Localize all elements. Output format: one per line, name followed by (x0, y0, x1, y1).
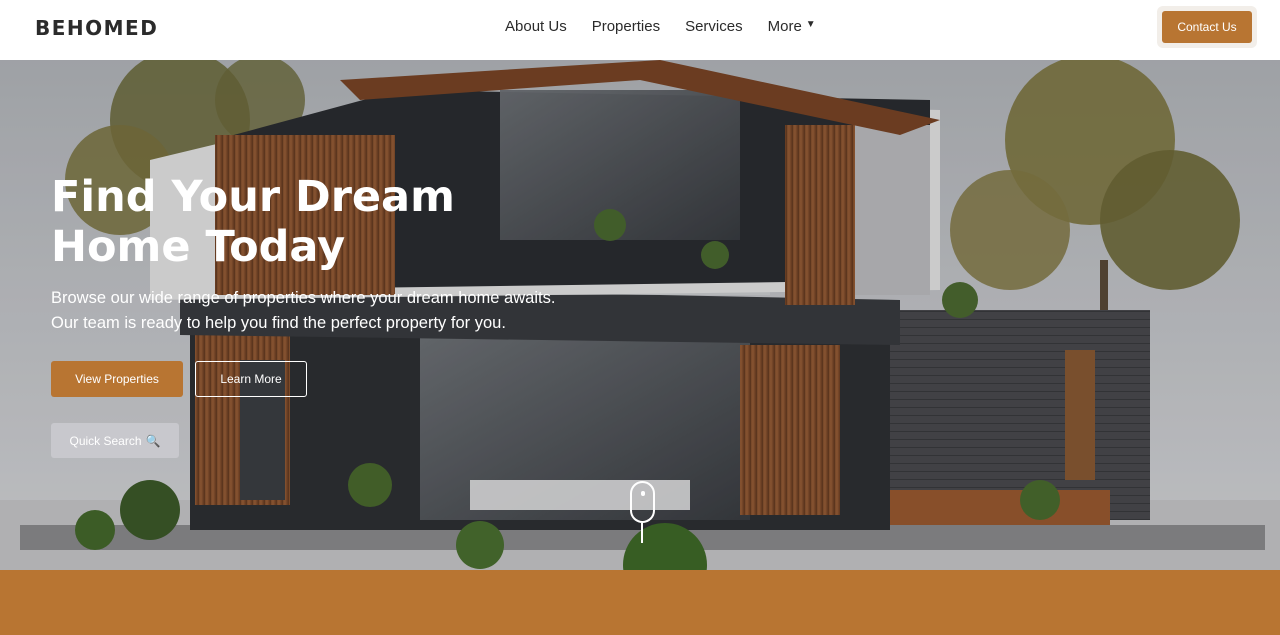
caret-down-icon: ▼ (805, 19, 816, 30)
nav-properties-label: Properties (591, 18, 661, 35)
nav-about-us-label: About Us (505, 18, 567, 35)
logo[interactable]: BEHOMED (35, 16, 158, 40)
quick-search-button[interactable]: Quick Search 🔍 (51, 423, 179, 458)
nav-services-label: Services (685, 18, 743, 35)
scroll-indicator-line (641, 523, 643, 543)
nav-about-us[interactable]: About Us (505, 18, 567, 35)
scroll-down-mouse-icon[interactable] (630, 481, 655, 523)
hero-section: Find Your Dream Home Today Browse our wi… (0, 60, 1280, 570)
hero-title: Find Your Dream Home Today (51, 172, 455, 272)
learn-more-button[interactable]: Learn More (195, 361, 307, 397)
contact-us-button[interactable]: Contact Us (1162, 11, 1252, 43)
scroll-wheel-dot (641, 491, 645, 496)
main-nav: About Us Properties Services More ▼ (505, 18, 816, 35)
view-properties-button[interactable]: View Properties (51, 361, 183, 397)
nav-more-label: More (767, 18, 802, 35)
contact-button-wrapper: Contact Us (1157, 6, 1257, 48)
quick-search-label: Quick Search (69, 433, 142, 448)
search-icon: 🔍 (145, 433, 161, 448)
nav-properties[interactable]: Properties (592, 18, 660, 35)
site-header: BEHOMED About Us Properties Services Mor… (0, 0, 1280, 60)
hero-subtitle: Browse our wide range of properties wher… (51, 289, 556, 332)
accent-band (0, 570, 1280, 635)
nav-services[interactable]: Services (685, 18, 743, 35)
nav-more-dropdown[interactable]: More ▼ (768, 18, 816, 35)
